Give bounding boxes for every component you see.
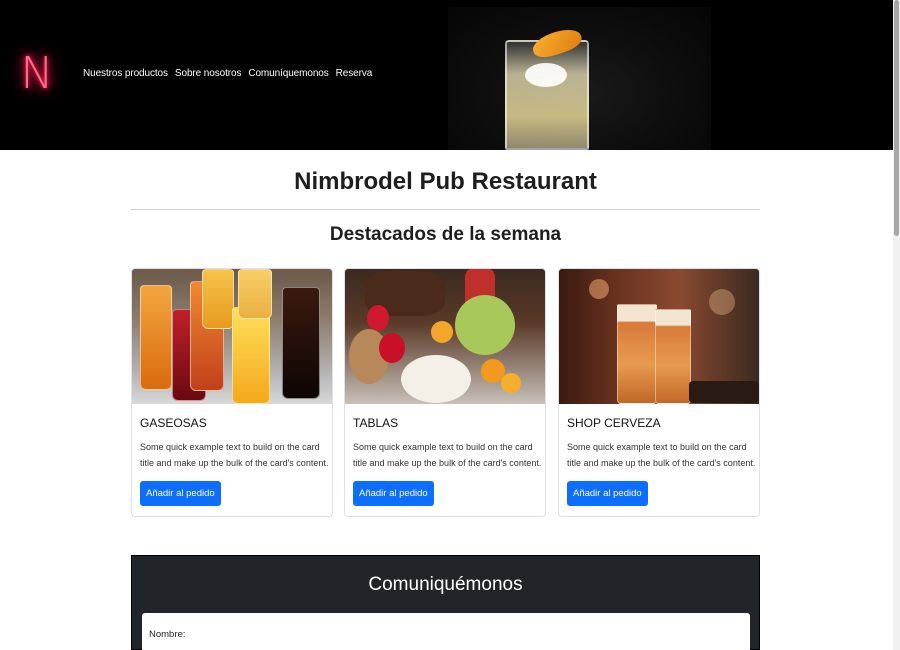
logo[interactable]: N xyxy=(20,49,54,99)
title-divider xyxy=(131,209,760,210)
card-text: Some quick example text to build on the … xyxy=(140,442,329,468)
contact-title: Comuniquémonos xyxy=(368,574,523,595)
add-to-order-button[interactable]: Añadir al pedido xyxy=(353,481,434,506)
product-card-gaseosas: GASEOSAS Some quick example text to buil… xyxy=(131,268,333,517)
site-header: N Nuestros productos Sobre nosotros Comu… xyxy=(0,0,893,150)
section-title: Destacados de la semana xyxy=(329,224,562,245)
add-to-order-button[interactable]: Añadir al pedido xyxy=(140,481,221,506)
card-text: Some quick example text to build on the … xyxy=(567,442,756,468)
product-card-tablas: TABLAS Some quick example text to build … xyxy=(344,268,546,517)
logo-letter: N xyxy=(20,48,54,99)
nav-link-productos[interactable]: Nuestros productos xyxy=(83,68,168,79)
ice-cube xyxy=(525,63,567,87)
add-to-order-button[interactable]: Añadir al pedido xyxy=(567,481,648,506)
page-title: Nimbrodel Pub Restaurant xyxy=(294,168,597,195)
page-scrollbar[interactable] xyxy=(893,0,900,650)
name-label: Nombre: xyxy=(149,629,186,640)
card-image-beer xyxy=(559,269,759,404)
card-title: GASEOSAS xyxy=(140,416,207,430)
contact-section: Comuniquémonos Nombre: xyxy=(131,555,760,650)
card-image-platter xyxy=(345,269,545,404)
main-nav: Nuestros productos Sobre nosotros Comuní… xyxy=(83,68,379,79)
nav-link-sobre-nosotros[interactable]: Sobre nosotros xyxy=(175,68,242,79)
card-title: TABLAS xyxy=(353,416,399,430)
nav-link-reserva[interactable]: Reserva xyxy=(336,68,373,79)
product-card-shop-cerveza: SHOP CERVEZA Some quick example text to … xyxy=(558,268,760,517)
card-title: SHOP CERVEZA xyxy=(567,416,661,430)
card-image-drinks xyxy=(132,269,332,404)
nav-link-comuniquemonos[interactable]: Comuníquemonos xyxy=(248,68,328,79)
scrollbar-thumb[interactable] xyxy=(894,0,899,236)
contact-form: Nombre: xyxy=(142,613,750,650)
card-text: Some quick example text to build on the … xyxy=(353,442,542,468)
